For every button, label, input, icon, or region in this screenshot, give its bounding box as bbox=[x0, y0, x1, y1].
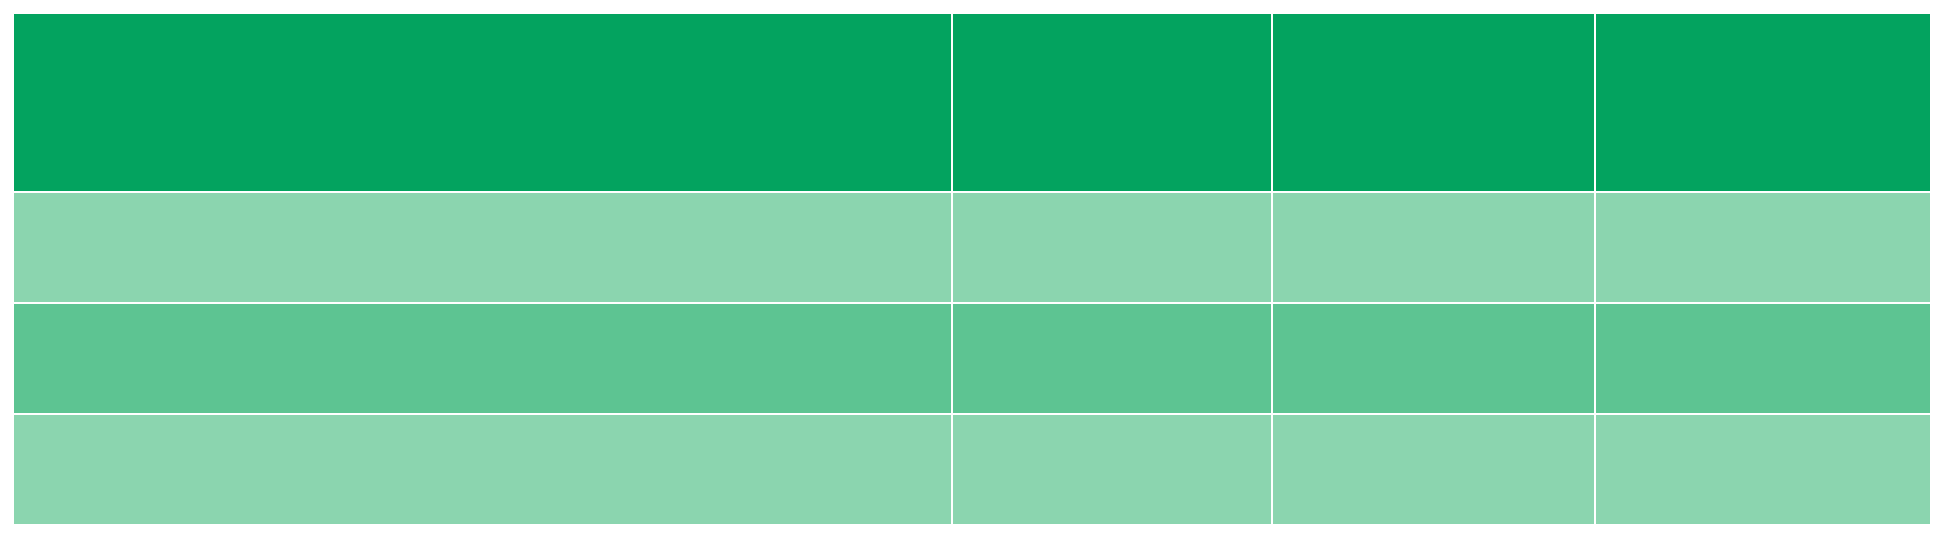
table-cell bbox=[951, 191, 1273, 304]
table-row bbox=[12, 191, 1932, 304]
header-cell bbox=[1594, 12, 1932, 193]
table-row bbox=[12, 413, 1932, 526]
header-cell bbox=[12, 12, 953, 193]
table-cell bbox=[12, 413, 953, 526]
table-cell bbox=[1271, 191, 1596, 304]
header-cell bbox=[951, 12, 1273, 193]
header-cell bbox=[1271, 12, 1596, 193]
table-cell bbox=[1594, 302, 1932, 415]
data-table bbox=[12, 12, 1932, 526]
table-cell bbox=[1594, 191, 1932, 304]
table-row bbox=[12, 302, 1932, 415]
table-cell bbox=[1271, 302, 1596, 415]
table-cell bbox=[12, 302, 953, 415]
data-table-container bbox=[12, 12, 1932, 526]
table-cell bbox=[951, 413, 1273, 526]
table-header-row bbox=[12, 12, 1932, 193]
table-cell bbox=[12, 191, 953, 304]
table-cell bbox=[1594, 413, 1932, 526]
table-cell bbox=[951, 302, 1273, 415]
table-cell bbox=[1271, 413, 1596, 526]
